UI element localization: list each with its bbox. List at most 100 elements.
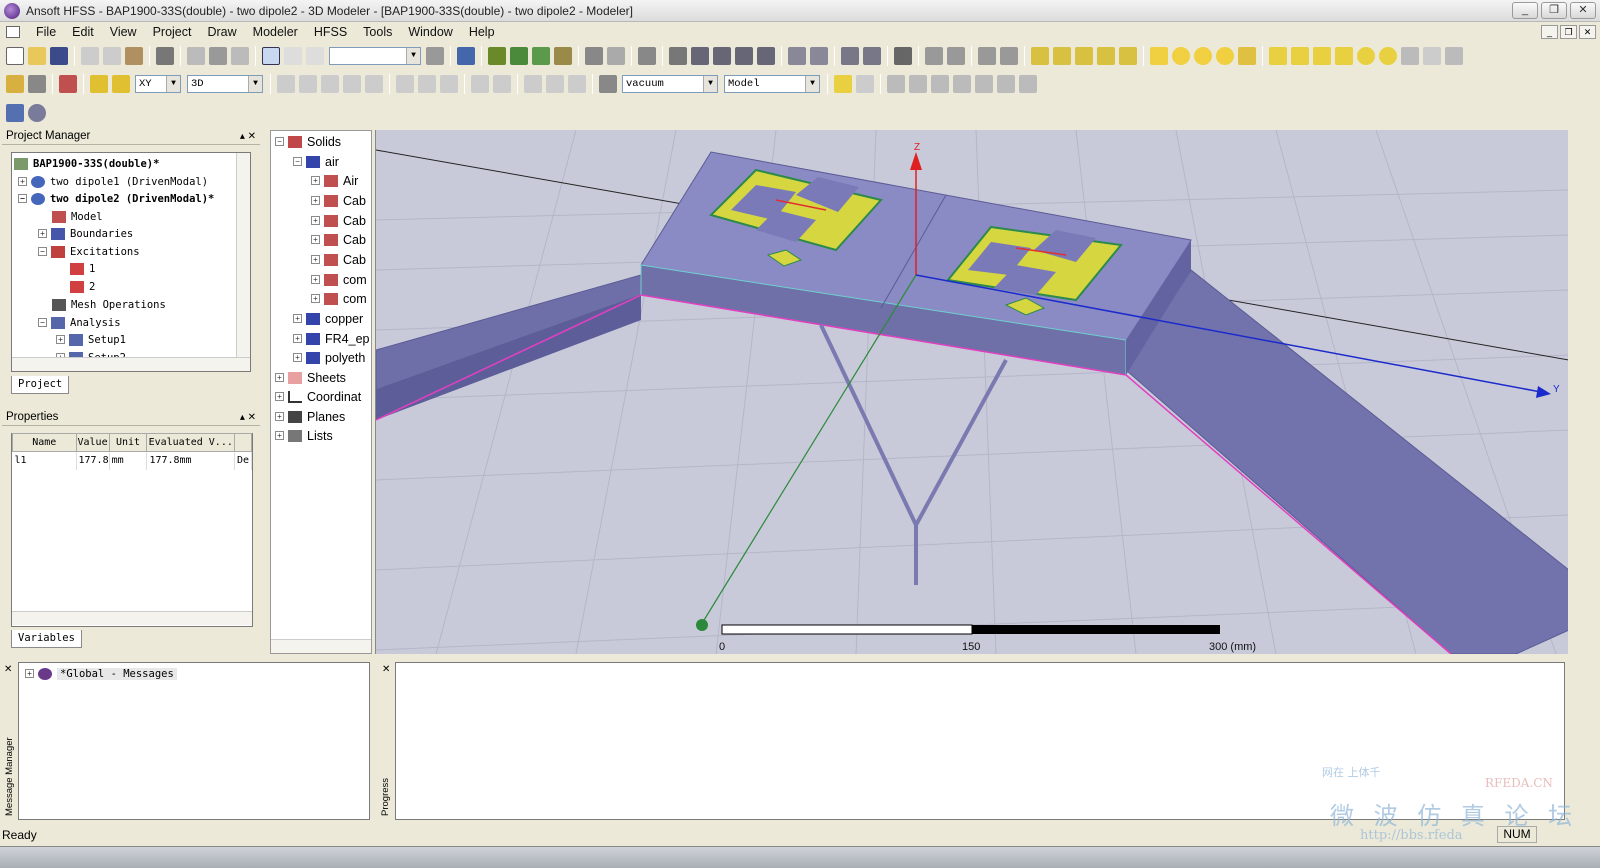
tree-item-copper-group[interactable]: + copper	[293, 309, 363, 328]
panel-controls[interactable]: ▴ ✕	[240, 410, 256, 425]
tree-item-com2[interactable]: + com	[311, 289, 367, 308]
draw-box-icon[interactable]	[1269, 47, 1287, 65]
rotate-axis-icon[interactable]	[713, 47, 731, 65]
draw-spline-icon[interactable]	[1053, 47, 1071, 65]
duplicate-around-axis-icon[interactable]	[546, 75, 564, 93]
tab-variables[interactable]: Variables	[11, 630, 82, 648]
tree-item-analysis[interactable]: − Analysis	[38, 314, 121, 331]
mdi-restore-button[interactable]: ❐	[1560, 25, 1577, 39]
tree-item-com1[interactable]: + com	[311, 270, 367, 289]
unite-icon[interactable]	[277, 75, 295, 93]
plot-icon[interactable]	[607, 47, 625, 65]
model-tree[interactable]: − Solids − air + Air + Cab + Cab + Cab +…	[270, 130, 372, 654]
3d-viewport[interactable]: Z Y 0 150 300 (mm)	[375, 130, 1568, 654]
mdi-minimize-button[interactable]: _	[1541, 25, 1558, 39]
render-mode-icon[interactable]	[1000, 47, 1018, 65]
tree-item-excitation-2[interactable]: 2	[70, 278, 95, 295]
snap-mode-icon[interactable]	[1019, 75, 1037, 93]
imprint-icon[interactable]	[365, 75, 383, 93]
tree-item-boundaries[interactable]: + Boundaries	[38, 225, 133, 242]
tree-item-solids[interactable]: − Solids	[275, 132, 341, 151]
save-icon[interactable]	[50, 47, 68, 65]
tree-item-air[interactable]: + Air	[311, 171, 358, 190]
panel-controls[interactable]: ▴ ✕	[240, 129, 256, 144]
visibility-eye-icon[interactable]	[894, 47, 912, 65]
tree-item-design1[interactable]: + two dipole1 (DrivenModal)	[18, 173, 208, 190]
render-icon[interactable]	[978, 47, 996, 65]
menu-view[interactable]: View	[102, 25, 145, 39]
relative-cs-icon[interactable]	[834, 75, 852, 93]
draw-cone-icon[interactable]	[1335, 47, 1353, 65]
fit-all-icon[interactable]	[841, 47, 859, 65]
subtract-icon[interactable]	[299, 75, 317, 93]
col-evaluated[interactable]: Evaluated V...	[146, 433, 236, 452]
properties-hscroll[interactable]	[12, 611, 252, 625]
cell-description[interactable]: De	[234, 451, 252, 470]
tree-item-polyethylene-group[interactable]: + polyeth	[293, 348, 365, 367]
tree-item-sheets[interactable]: + Sheets	[275, 368, 346, 387]
3d-scene[interactable]: Z Y 0 150 300 (mm)	[376, 130, 1568, 654]
pan-hand-icon[interactable]	[669, 47, 687, 65]
mdi-close-button[interactable]: ✕	[1579, 25, 1596, 39]
model-tree-hscroll[interactable]	[271, 639, 371, 653]
col-unit[interactable]: Unit	[108, 433, 148, 452]
validate-icon[interactable]	[488, 47, 506, 65]
cut-icon[interactable]	[81, 47, 99, 65]
col-name[interactable]: Name	[12, 433, 77, 452]
tab-project[interactable]: Project	[11, 376, 70, 394]
zoom-out-icon[interactable]	[810, 47, 828, 65]
filter-icon[interactable]	[426, 47, 444, 65]
project-tree-hscroll[interactable]	[12, 357, 250, 371]
tree-item-cab2[interactable]: + Cab	[311, 211, 366, 230]
close-button[interactable]: ✕	[1570, 2, 1596, 19]
selection-combo[interactable]: ▼	[329, 47, 421, 65]
material-assign-icon[interactable]	[599, 75, 617, 93]
tree-item-cab4[interactable]: + Cab	[311, 250, 366, 269]
help-icon[interactable]	[6, 75, 24, 93]
draw-line-icon[interactable]	[1031, 47, 1049, 65]
zoom-in-icon[interactable]	[788, 47, 806, 65]
tree-item-cab3[interactable]: + Cab	[311, 230, 366, 249]
menu-project[interactable]: Project	[145, 25, 200, 39]
col-description[interactable]	[234, 433, 252, 452]
draw-arc-icon[interactable]	[1075, 47, 1093, 65]
draw-spiral-icon[interactable]	[1423, 47, 1441, 65]
context-help-icon[interactable]	[28, 75, 46, 93]
menu-tools[interactable]: Tools	[355, 25, 400, 39]
draw-circle-icon[interactable]	[1172, 47, 1190, 65]
draw-torus-icon[interactable]	[1379, 47, 1397, 65]
menu-window[interactable]: Window	[400, 25, 460, 39]
minimize-button[interactable]: _	[1512, 2, 1538, 19]
face-cs-icon[interactable]	[493, 75, 511, 93]
cell-name[interactable]: l1	[12, 451, 77, 470]
grid-plane-icon[interactable]	[112, 75, 130, 93]
tree-item-mesh-operations[interactable]: Mesh Operations	[52, 296, 166, 313]
model-select[interactable]: Model ▼	[724, 75, 820, 93]
redo-icon[interactable]	[231, 47, 249, 65]
draw-arc-center-icon[interactable]	[1097, 47, 1115, 65]
rotate-object-icon[interactable]	[418, 75, 436, 93]
copy-icon[interactable]	[103, 47, 121, 65]
zoom-icon[interactable]	[757, 47, 775, 65]
view-mode-select[interactable]: 3D ▼	[187, 75, 263, 93]
fit-selection-icon[interactable]	[863, 47, 881, 65]
draw-bondwire-icon[interactable]	[1445, 47, 1463, 65]
tree-item-planes[interactable]: + Planes	[275, 407, 345, 426]
menu-help[interactable]: Help	[461, 25, 503, 39]
field-overlay-icon[interactable]	[585, 47, 603, 65]
col-value[interactable]: Value	[75, 433, 110, 452]
tree-item-project[interactable]: BAP1900-33S(double)*	[14, 155, 159, 172]
tree-item-air-group[interactable]: − air	[293, 152, 339, 171]
coord-system-icon[interactable]	[471, 75, 489, 93]
snap-quadrant-icon[interactable]	[975, 75, 993, 93]
menu-edit[interactable]: Edit	[64, 25, 102, 39]
progress-close-icon[interactable]: ✕	[382, 664, 390, 675]
duplicate-mirror-icon[interactable]	[568, 75, 586, 93]
menu-draw[interactable]: Draw	[199, 25, 244, 39]
cell-unit[interactable]: mm	[109, 451, 148, 470]
project-tree[interactable]: BAP1900-33S(double)* + two dipole1 (Driv…	[11, 152, 251, 372]
info-icon[interactable]	[457, 47, 475, 65]
draw-helix-icon[interactable]	[1401, 47, 1419, 65]
maximize-button[interactable]: ❐	[1541, 2, 1567, 19]
select-icon[interactable]	[262, 47, 280, 65]
